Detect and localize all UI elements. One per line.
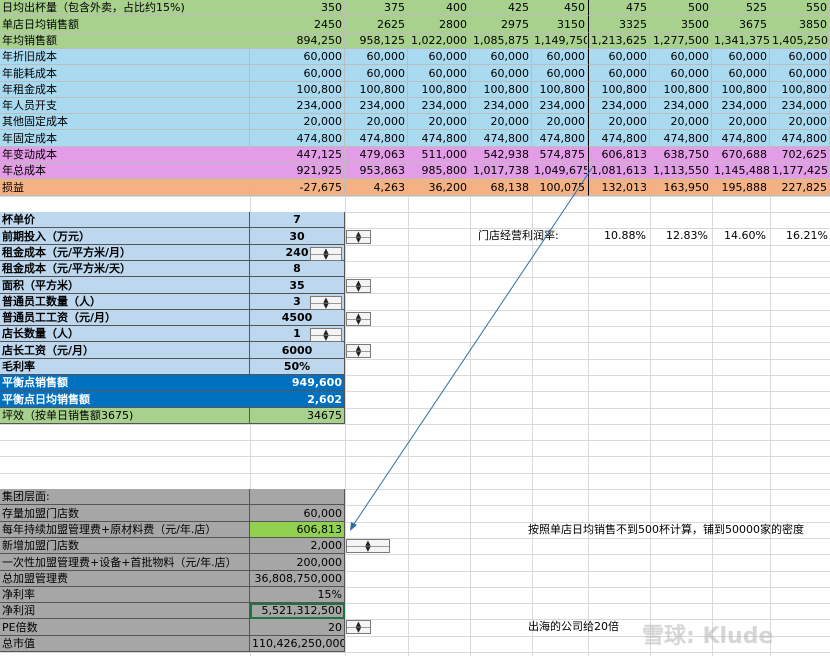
arrow-head — [350, 522, 357, 531]
watermark: 雪球: Klude — [642, 624, 774, 649]
arrow-line — [351, 167, 593, 528]
reference-arrow — [350, 167, 593, 531]
